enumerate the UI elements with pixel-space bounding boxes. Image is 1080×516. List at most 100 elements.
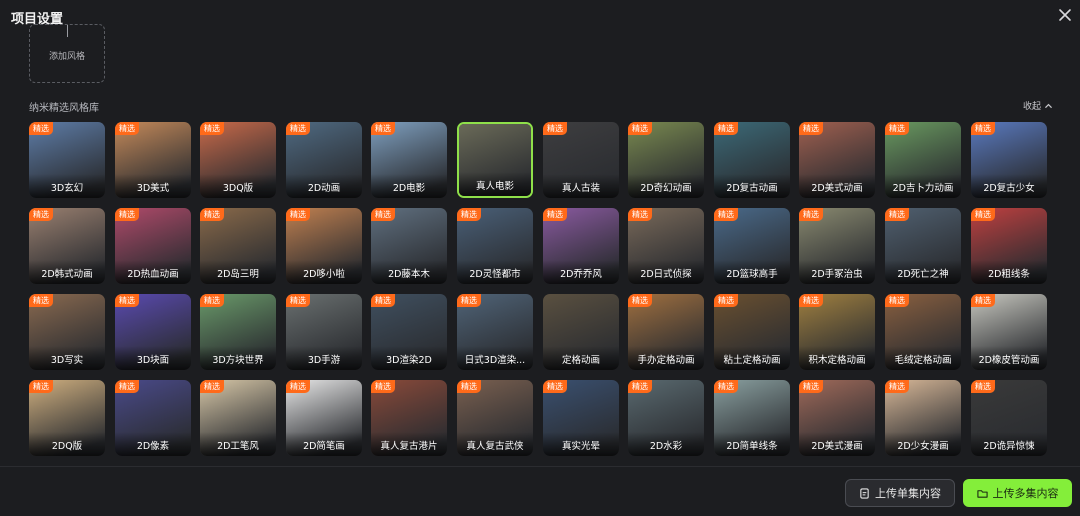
style-card[interactable]: 精选 粘土定格动画 bbox=[714, 294, 790, 370]
featured-badge: 精选 bbox=[29, 294, 53, 307]
featured-badge: 精选 bbox=[885, 294, 909, 307]
style-card[interactable]: 精选 2D手冢治虫 bbox=[799, 208, 875, 284]
style-card[interactable]: 精选 3DQ版 bbox=[200, 122, 276, 198]
style-name: 2D像素 bbox=[136, 441, 170, 452]
style-card[interactable]: 精选 3D块面 bbox=[115, 294, 191, 370]
style-name: 定格动画 bbox=[561, 355, 600, 366]
style-card[interactable]: 精选 2D粗线条 bbox=[971, 208, 1047, 284]
style-card[interactable]: 精选 2D少女漫画 bbox=[885, 380, 961, 456]
collapse-label: 收起 bbox=[1023, 102, 1042, 112]
style-card[interactable]: 精选 2D工笔风 bbox=[200, 380, 276, 456]
featured-badge: 精选 bbox=[115, 294, 139, 307]
style-card[interactable]: 精选 3D写实 bbox=[29, 294, 105, 370]
upload-multi-button[interactable]: 上传多集内容 bbox=[963, 479, 1072, 507]
style-card[interactable]: 精选 真人复古港片 bbox=[371, 380, 447, 456]
style-name: 3D玄幻 bbox=[50, 183, 84, 194]
featured-badge: 精选 bbox=[885, 208, 909, 221]
style-name: 2D复古少女 bbox=[983, 183, 1035, 194]
style-card[interactable]: 精选 2D简笔画 bbox=[286, 380, 362, 456]
featured-badge: 精选 bbox=[457, 294, 481, 307]
style-card[interactable]: 精选 2D韩式动画 bbox=[29, 208, 105, 284]
style-card[interactable]: 精选 手办定格动画 bbox=[628, 294, 704, 370]
style-card[interactable]: 精选 真实光晕 bbox=[543, 380, 619, 456]
style-name: 真人电影 bbox=[475, 181, 514, 192]
style-name: 2D少女漫画 bbox=[897, 441, 949, 452]
style-card[interactable]: 精选 2D简单线条 bbox=[714, 380, 790, 456]
style-card[interactable]: 精选 2D动画 bbox=[286, 122, 362, 198]
style-card[interactable]: 精选 2D哆小啦 bbox=[286, 208, 362, 284]
style-name: 3D渲染2D bbox=[386, 355, 432, 366]
style-name: 3D手游 bbox=[307, 355, 341, 366]
style-name: 2D电影 bbox=[392, 183, 426, 194]
style-name: 3D方块世界 bbox=[212, 355, 264, 366]
style-card[interactable]: 精选 2D篮球高手 bbox=[714, 208, 790, 284]
style-card[interactable]: 精选 2D死亡之神 bbox=[885, 208, 961, 284]
style-name: 2D岛三明 bbox=[217, 269, 259, 280]
style-card[interactable]: 精选 2D藤本木 bbox=[371, 208, 447, 284]
featured-badge: 精选 bbox=[885, 122, 909, 135]
featured-badge: 精选 bbox=[971, 122, 995, 135]
featured-badge: 精选 bbox=[29, 208, 53, 221]
style-card[interactable]: 精选 2D美式漫画 bbox=[799, 380, 875, 456]
style-name: 2D粗线条 bbox=[988, 269, 1030, 280]
style-card[interactable]: 精选 2D岛三明 bbox=[200, 208, 276, 284]
style-card[interactable]: 精选 2D奇幻动画 bbox=[628, 122, 704, 198]
featured-badge: 精选 bbox=[971, 294, 995, 307]
featured-badge: 精选 bbox=[543, 380, 567, 393]
style-card[interactable]: 精选 3D方块世界 bbox=[200, 294, 276, 370]
close-icon[interactable] bbox=[1055, 5, 1075, 25]
style-card[interactable]: 精选 3D渲染2D bbox=[371, 294, 447, 370]
featured-badge: 精选 bbox=[286, 122, 310, 135]
style-name: 2D简单线条 bbox=[726, 441, 778, 452]
style-card[interactable]: 精选 3D玄幻 bbox=[29, 122, 105, 198]
style-card[interactable]: 精选 2D橡皮管动画 bbox=[971, 294, 1047, 370]
featured-badge: 精选 bbox=[115, 380, 139, 393]
upload-single-button[interactable]: 上传单集内容 bbox=[845, 479, 955, 507]
style-name: 3D写实 bbox=[50, 355, 84, 366]
style-card[interactable]: 精选 2D日式侦探 bbox=[628, 208, 704, 284]
style-name: 手办定格动画 bbox=[637, 355, 695, 366]
style-card[interactable]: 精选 2D像素 bbox=[115, 380, 191, 456]
featured-badge: 精选 bbox=[714, 122, 738, 135]
featured-badge: 精选 bbox=[200, 380, 224, 393]
folder-icon bbox=[976, 489, 988, 498]
featured-badge: 精选 bbox=[628, 122, 652, 135]
upload-single-label: 上传单集内容 bbox=[875, 487, 941, 500]
featured-badge: 精选 bbox=[371, 294, 395, 307]
style-card[interactable]: 定格动画 bbox=[543, 294, 619, 370]
style-library-title: 纳米精选风格库 bbox=[29, 103, 99, 114]
featured-badge: 精选 bbox=[543, 122, 567, 135]
featured-badge: 精选 bbox=[799, 380, 823, 393]
style-name: 2D哆小啦 bbox=[303, 269, 345, 280]
style-card[interactable]: 真人电影 bbox=[457, 122, 533, 198]
style-card[interactable]: 精选 2D灵怪都市 bbox=[457, 208, 533, 284]
style-card[interactable]: 精选 毛绒定格动画 bbox=[885, 294, 961, 370]
style-card[interactable]: 精选 2D吉卜力动画 bbox=[885, 122, 961, 198]
style-card[interactable]: 精选 2D美式动画 bbox=[799, 122, 875, 198]
style-card[interactable]: 精选 真人复古武侠 bbox=[457, 380, 533, 456]
style-name: 真人复古武侠 bbox=[466, 441, 524, 452]
style-card[interactable]: 精选 日式3D渲染... bbox=[457, 294, 533, 370]
featured-badge: 精选 bbox=[714, 294, 738, 307]
featured-badge: 精选 bbox=[286, 294, 310, 307]
style-name: 2D藤本木 bbox=[388, 269, 430, 280]
collapse-button[interactable]: 收起 bbox=[1023, 99, 1053, 112]
style-card[interactable]: 精选 积木定格动画 bbox=[799, 294, 875, 370]
style-card[interactable]: 精选 2D热血动画 bbox=[115, 208, 191, 284]
style-card[interactable]: 精选 真人古装 bbox=[543, 122, 619, 198]
style-card[interactable]: 精选 2D复古少女 bbox=[971, 122, 1047, 198]
featured-badge: 精选 bbox=[799, 294, 823, 307]
style-card[interactable]: 精选 2D复古动画 bbox=[714, 122, 790, 198]
style-card[interactable]: 精选 3D美式 bbox=[115, 122, 191, 198]
featured-badge: 精选 bbox=[971, 380, 995, 393]
style-card[interactable]: 精选 3D手游 bbox=[286, 294, 362, 370]
document-icon bbox=[860, 487, 869, 499]
style-name: 2D诡异惊悚 bbox=[983, 441, 1035, 452]
style-card[interactable]: 精选 2DQ版 bbox=[29, 380, 105, 456]
style-name: 2D死亡之神 bbox=[897, 269, 949, 280]
style-card[interactable]: 精选 2D诡异惊悚 bbox=[971, 380, 1047, 456]
style-card[interactable]: 精选 2D乔乔风 bbox=[543, 208, 619, 284]
add-style-button[interactable]: 添加风格 bbox=[29, 24, 105, 83]
style-card[interactable]: 精选 2D水彩 bbox=[628, 380, 704, 456]
style-card[interactable]: 精选 2D电影 bbox=[371, 122, 447, 198]
